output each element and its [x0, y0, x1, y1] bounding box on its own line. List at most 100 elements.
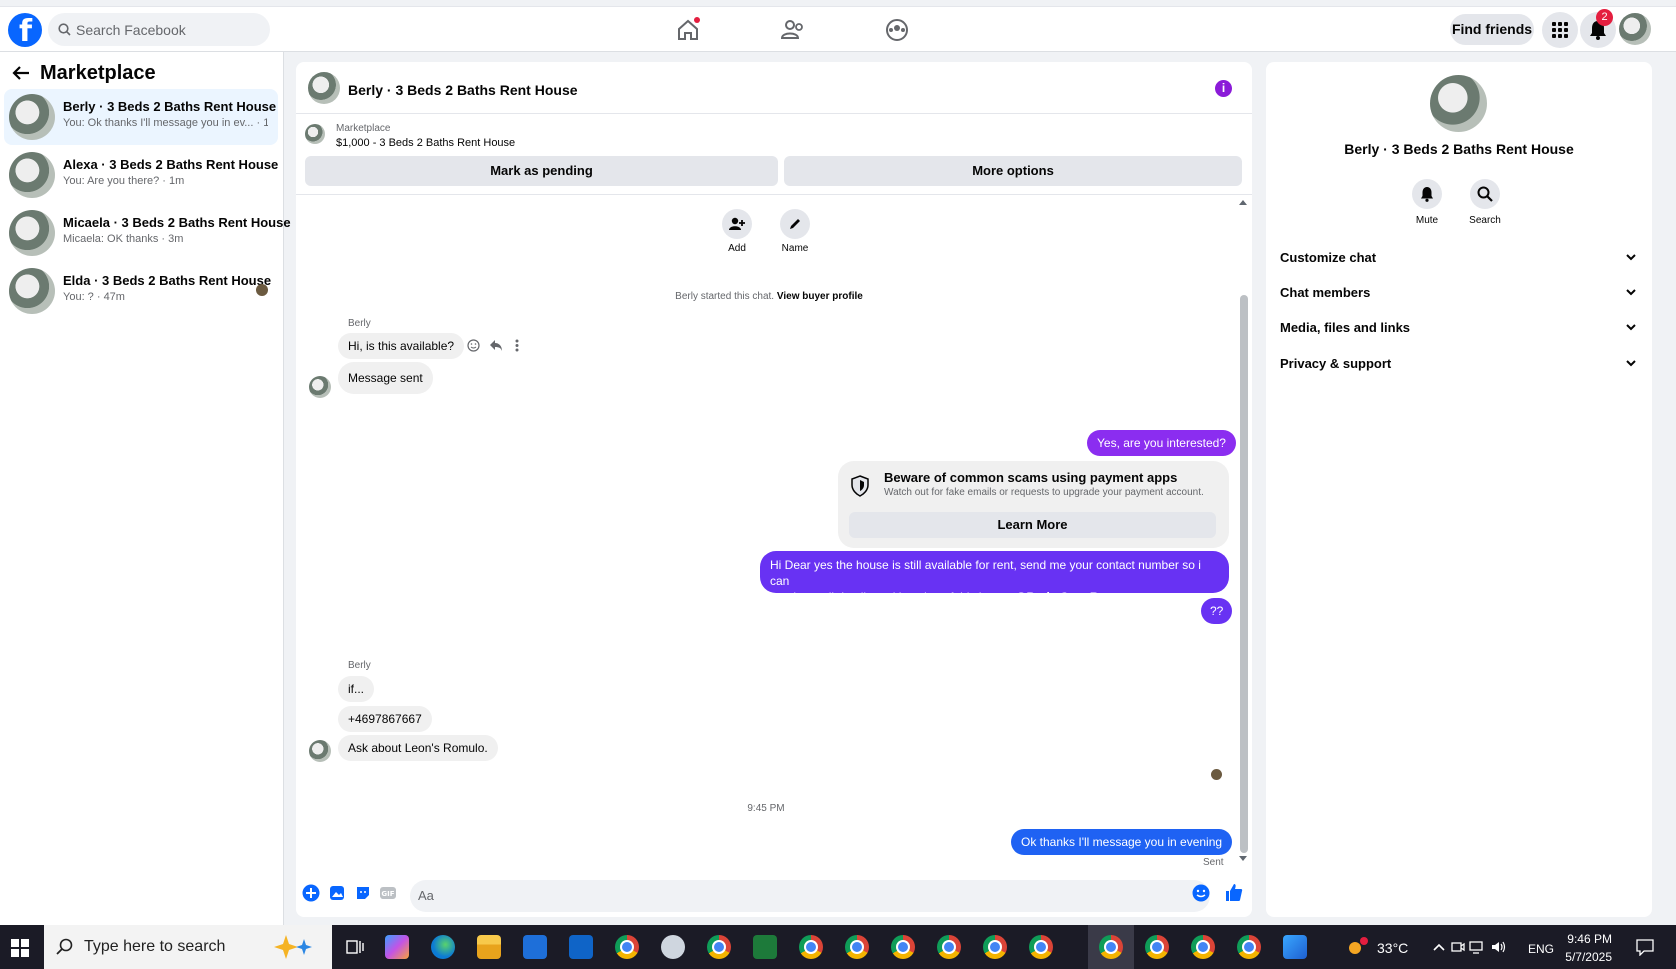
conversation-preview: You: Ok thanks I'll message you in ev...… — [63, 117, 268, 129]
outlook-icon[interactable] — [569, 935, 593, 959]
add-button[interactable] — [722, 209, 752, 239]
meet-now-icon[interactable] — [1451, 940, 1465, 954]
mute-button[interactable] — [1412, 179, 1442, 209]
back-arrow-icon[interactable] — [12, 65, 30, 81]
plus-circle-icon[interactable] — [302, 884, 320, 902]
taskbar-search-input[interactable]: Type here to search — [44, 925, 332, 969]
conversation-item[interactable]: Micaela · 3 Beds 2 Baths Rent House Mica… — [4, 205, 291, 261]
outgoing-message[interactable]: Yes, are you interested? — [1087, 430, 1236, 456]
language-indicator[interactable]: ENG — [1528, 942, 1554, 956]
chrome-icon[interactable] — [937, 935, 961, 959]
conversation-item[interactable]: Alexa · 3 Beds 2 Baths Rent House You: A… — [4, 147, 278, 203]
chrome-icon[interactable] — [845, 935, 869, 959]
react-icon[interactable] — [467, 339, 480, 352]
more-options-button[interactable]: More options — [784, 156, 1242, 186]
conversation-item[interactable]: Berly · 3 Beds 2 Baths Rent House You: O… — [4, 89, 278, 145]
chat-members-section[interactable]: Chat members — [1280, 285, 1640, 305]
search-button[interactable] — [1470, 179, 1500, 209]
info-icon[interactable]: i — [1215, 80, 1232, 97]
details-title: Berly · 3 Beds 2 Baths Rent House — [1344, 141, 1574, 157]
conversation-title: Berly · 3 Beds 2 Baths Rent House — [63, 99, 277, 114]
network-icon[interactable] — [1469, 940, 1485, 954]
mark-as-pending-button[interactable]: Mark as pending — [305, 156, 778, 186]
outgoing-message[interactable]: Hi Dear yes the house is still available… — [760, 551, 1229, 604]
sheets-icon[interactable] — [753, 935, 777, 959]
chat-details-panel — [1266, 62, 1652, 917]
volume-icon[interactable] — [1491, 940, 1507, 954]
search-input[interactable]: Search Facebook — [48, 13, 270, 46]
chrome-icon[interactable] — [891, 935, 915, 959]
search-icon — [1477, 186, 1493, 202]
marketplace-title: Marketplace — [40, 62, 156, 84]
name-button[interactable] — [780, 209, 810, 239]
home-icon[interactable] — [675, 17, 701, 43]
reply-icon[interactable] — [489, 339, 503, 352]
listing-price[interactable]: $1,000 - 3 Beds 2 Baths Rent House — [336, 137, 515, 149]
conversation-preview: Micaela: OK thanks · 3m — [63, 233, 184, 245]
outgoing-message[interactable]: ?? — [1201, 598, 1233, 624]
gif-icon[interactable]: GIF — [379, 884, 397, 902]
menu-button[interactable] — [1542, 12, 1578, 48]
photos-icon[interactable] — [1283, 935, 1307, 959]
name-label: Name — [781, 243, 809, 254]
incoming-message[interactable]: Hi, is this available? — [338, 333, 465, 359]
incoming-message[interactable]: if... — [338, 676, 375, 702]
thumbs-up-icon[interactable] — [1224, 883, 1243, 902]
find-friends-button[interactable]: Find friends — [1450, 14, 1534, 45]
chrome-icon[interactable] — [983, 935, 1007, 959]
windows-start-icon[interactable] — [11, 939, 29, 957]
outgoing-message[interactable]: Ok thanks I'll message you in evening — [1011, 829, 1233, 855]
incoming-message[interactable]: +4697867667 — [338, 706, 432, 732]
conversation-title: Micaela · 3 Beds 2 Baths Rent House — [63, 215, 291, 230]
privacy-support-section[interactable]: Privacy & support — [1280, 356, 1640, 376]
friends-icon[interactable] — [780, 17, 806, 43]
sticker-icon[interactable] — [354, 884, 372, 902]
facebook-logo-icon[interactable]: f — [8, 13, 42, 49]
conversation-item[interactable]: Elda · 3 Beds 2 Baths Rent House You: ? … — [4, 263, 278, 319]
photo-icon[interactable] — [328, 884, 346, 902]
view-buyer-profile-link[interactable]: View buyer profile — [777, 291, 863, 302]
chrome-icon[interactable] — [1099, 935, 1123, 959]
notification-center-icon[interactable] — [1636, 939, 1654, 956]
task-view-icon[interactable] — [346, 938, 364, 956]
file-explorer-icon[interactable] — [477, 935, 501, 959]
chat-avatar[interactable] — [308, 72, 340, 104]
clock-time[interactable]: 9:46 PM — [1560, 932, 1612, 946]
weather-icon[interactable] — [1346, 937, 1370, 957]
customize-chat-section[interactable]: Customize chat — [1280, 250, 1640, 270]
media-files-links-section[interactable]: Media, files and links — [1280, 320, 1640, 340]
chat-scrollbar-thumb[interactable] — [1240, 295, 1248, 853]
account-avatar[interactable] — [1619, 13, 1651, 45]
chrome-icon[interactable] — [1029, 935, 1053, 959]
copilot-icon[interactable] — [385, 935, 409, 959]
chrome-icon[interactable] — [1237, 935, 1261, 959]
chrome-icon[interactable] — [615, 935, 639, 959]
chrome-icon[interactable] — [1145, 935, 1169, 959]
scroll-down-icon[interactable] — [1238, 855, 1248, 863]
incoming-message[interactable]: Ask about Leon's Romulo. — [338, 735, 498, 761]
emoji-icon[interactable] — [1192, 884, 1210, 902]
clock-date[interactable]: 5/7/2025 — [1560, 950, 1612, 964]
chrome-icon[interactable] — [799, 935, 823, 959]
scroll-up-icon[interactable] — [1238, 198, 1248, 206]
learn-more-button[interactable]: Learn More — [849, 512, 1216, 538]
mention-link[interactable]: @Berly Cruz Reyes — [1015, 590, 1125, 604]
section-label: Media, files and links — [1280, 320, 1411, 335]
search-icon — [58, 23, 71, 36]
more-icon[interactable] — [515, 339, 519, 352]
groups-icon[interactable] — [884, 17, 910, 43]
edge-icon[interactable] — [431, 935, 455, 959]
message-input[interactable]: Aa — [410, 880, 1210, 912]
app-icon[interactable] — [661, 935, 685, 959]
incoming-message[interactable]: Message sent — [338, 362, 433, 394]
chat-title[interactable]: Berly · 3 Beds 2 Baths Rent House — [348, 82, 578, 98]
store-icon[interactable] — [523, 935, 547, 959]
sender-avatar[interactable] — [309, 376, 331, 398]
details-avatar[interactable] — [1430, 75, 1487, 132]
chrome-icon[interactable] — [1191, 935, 1215, 959]
chevron-up-icon[interactable] — [1433, 942, 1445, 952]
section-label: Privacy & support — [1280, 356, 1392, 371]
page-scrollbar[interactable] — [1656, 52, 1676, 925]
sender-avatar[interactable] — [309, 740, 331, 762]
chrome-icon[interactable] — [707, 935, 731, 959]
